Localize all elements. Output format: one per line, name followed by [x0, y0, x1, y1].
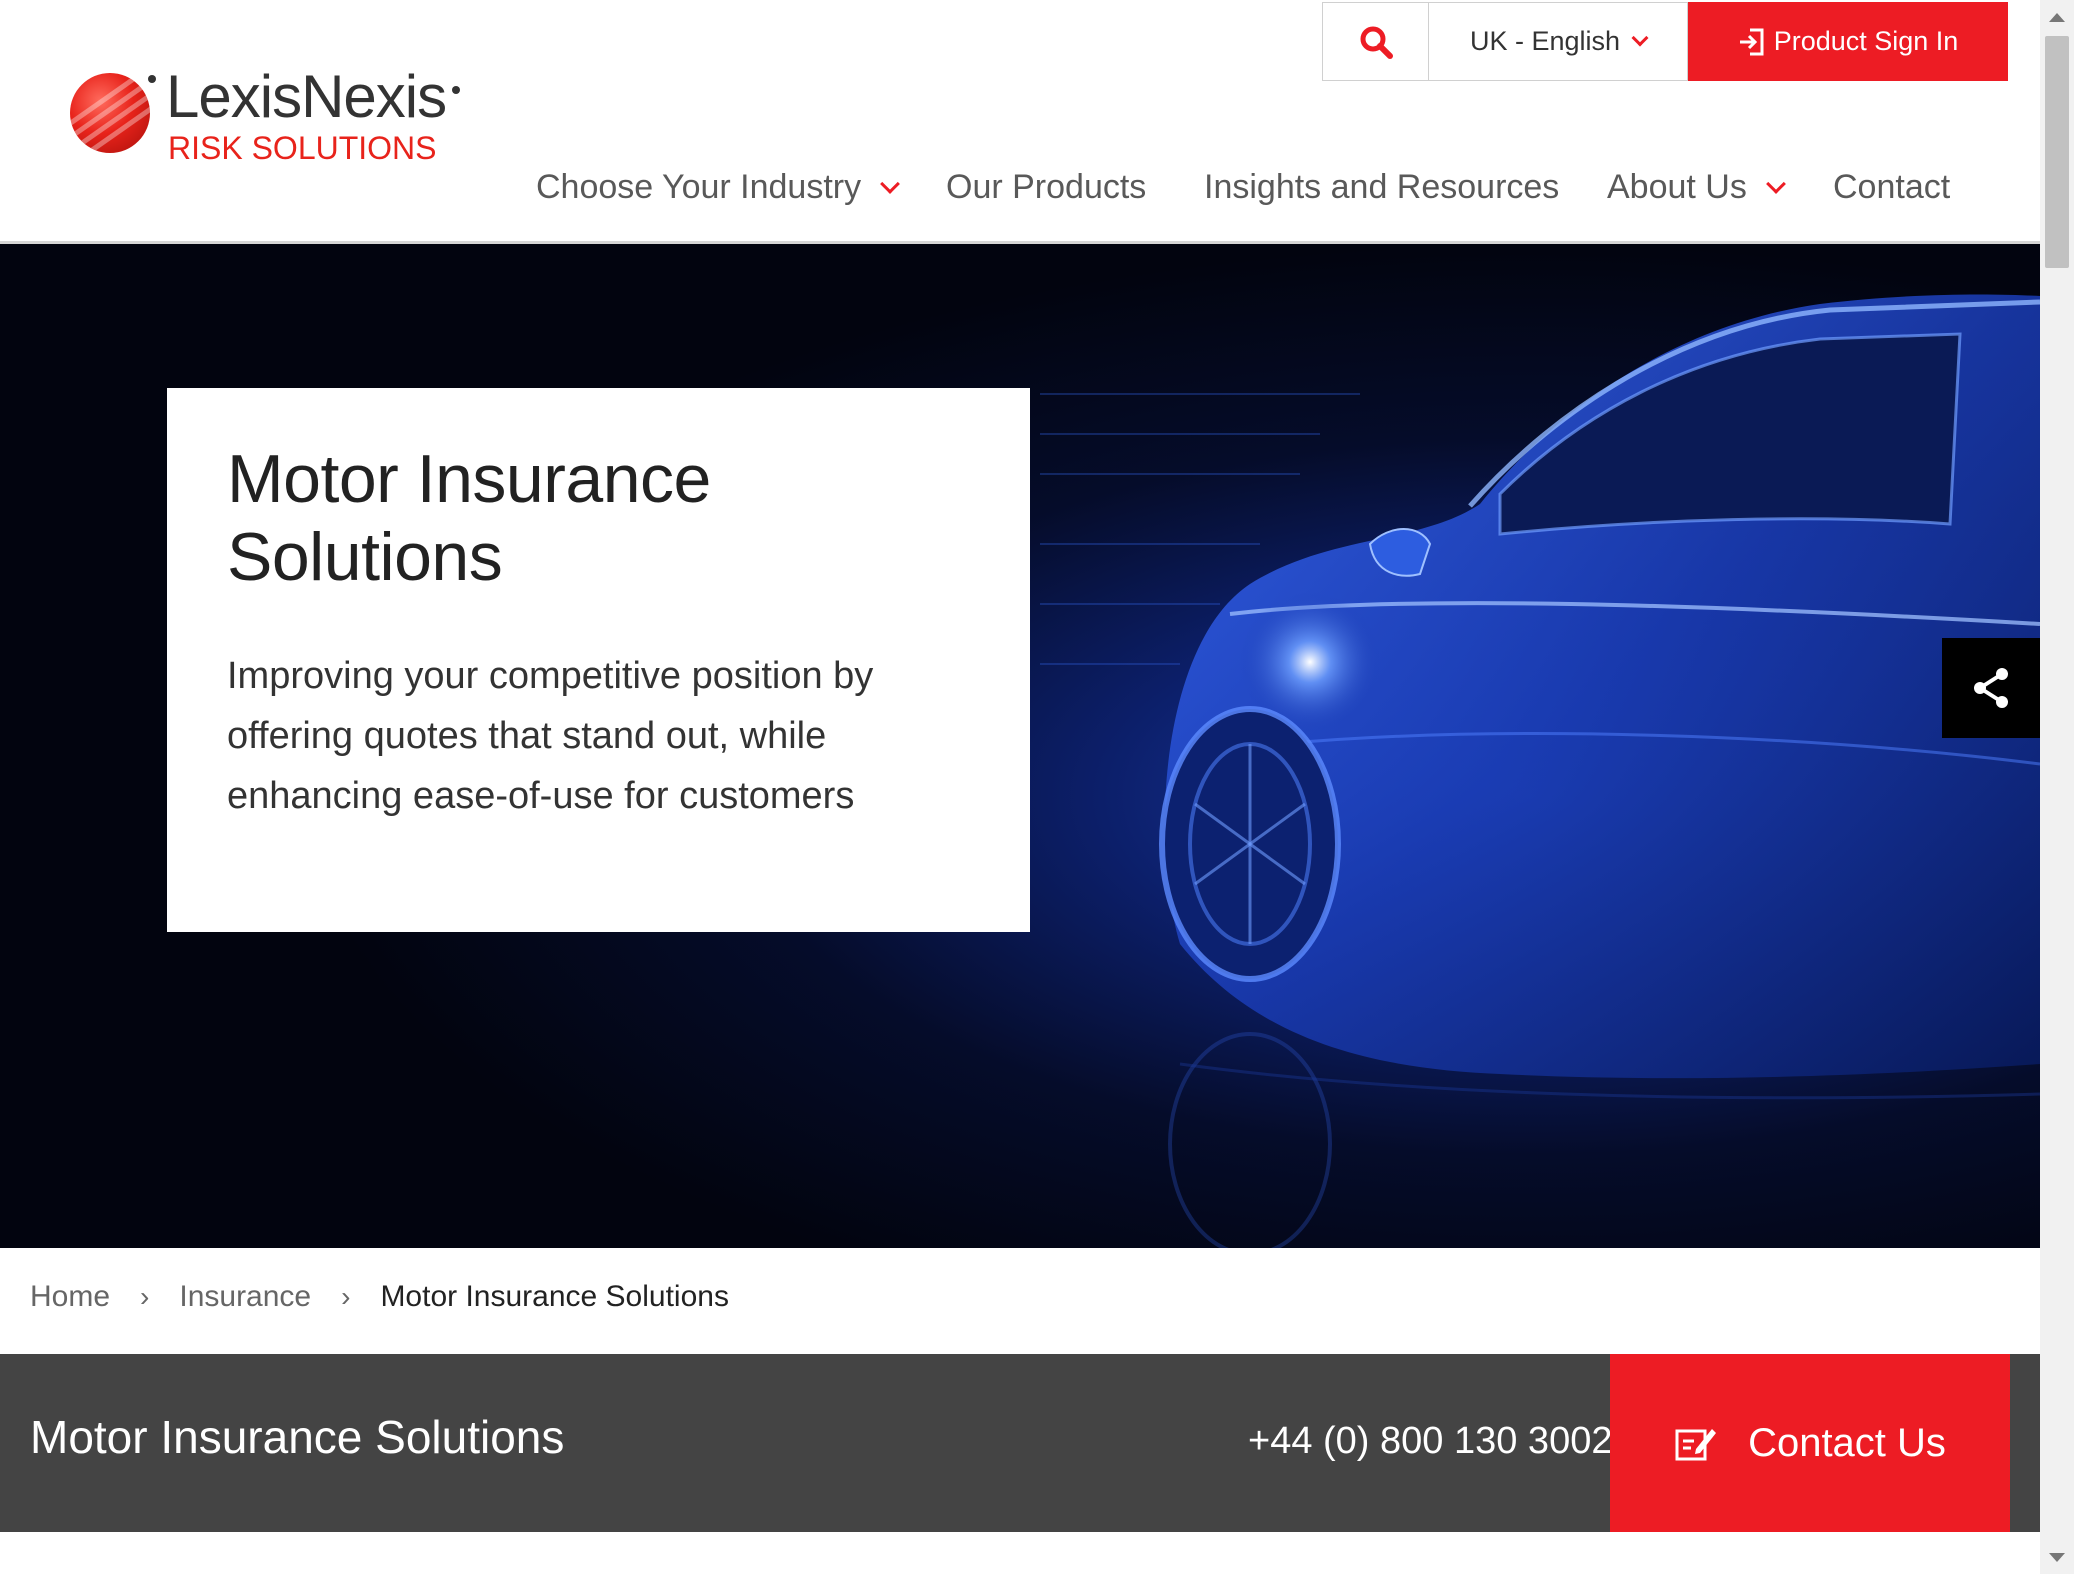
hero-banner: Motor Insurance Solutions Improving your…: [0, 244, 2040, 1248]
chevron-down-icon: [880, 173, 901, 194]
logo-name: LexisNexis: [166, 63, 447, 130]
breadcrumb-separator: ›: [140, 1281, 150, 1312]
nav-our-products[interactable]: Our Products: [946, 168, 1146, 207]
logo-subtitle: RISK SOLUTIONS: [168, 130, 437, 166]
hero-title-line1: Motor Insurance: [227, 441, 711, 517]
scroll-down-arrow-icon[interactable]: [2040, 1540, 2074, 1574]
contact-phone[interactable]: +44 (0) 800 130 3002: [1248, 1420, 1612, 1463]
scroll-up-arrow-icon[interactable]: [2040, 0, 2074, 34]
utility-bar: UK - English Product Sign In: [1322, 2, 2008, 81]
nav-label: About Us: [1607, 168, 1747, 206]
share-icon: [1974, 668, 2008, 708]
product-sign-in-button[interactable]: Product Sign In: [1688, 2, 2008, 81]
chevron-down-icon: [1631, 29, 1649, 46]
logo-globe-icon: [70, 73, 150, 153]
breadcrumb: Home › Insurance › Motor Insurance Solut…: [30, 1280, 729, 1314]
sign-in-icon: [1739, 28, 1764, 55]
chevron-down-icon: [1765, 173, 1786, 194]
contact-bar-title: Motor Insurance Solutions: [30, 1411, 565, 1463]
nav-label: Insights and Resources: [1204, 168, 1560, 206]
hero-title: Motor Insurance Solutions: [227, 440, 970, 596]
share-button[interactable]: [1942, 638, 2040, 738]
breadcrumb-insurance[interactable]: Insurance: [179, 1280, 311, 1314]
nav-contact[interactable]: Contact: [1833, 168, 1950, 207]
breadcrumb-current: Motor Insurance Solutions: [380, 1280, 729, 1313]
hero-subtitle: Improving your competitive position by o…: [227, 655, 874, 817]
breadcrumb-home[interactable]: Home: [30, 1280, 110, 1314]
nav-insights-and-resources[interactable]: Insights and Resources: [1204, 168, 1559, 207]
page-scrollbar[interactable]: [2040, 0, 2074, 1574]
language-label: UK - English: [1469, 26, 1621, 56]
search-button[interactable]: [1322, 2, 1428, 81]
search-icon: [1360, 26, 1393, 59]
sign-in-label: Product Sign In: [1773, 26, 1959, 56]
nav-label: Contact: [1833, 168, 1951, 206]
contact-us-label: Contact Us: [1748, 1420, 1946, 1465]
edit-form-icon: [1675, 1429, 1717, 1461]
contact-us-button[interactable]: Contact Us: [1610, 1354, 2010, 1532]
nav-about-us[interactable]: About Us: [1607, 168, 1786, 207]
hero-card: Motor Insurance Solutions Improving your…: [167, 388, 1030, 932]
lexisnexis-logo[interactable]: LexisNexis RISK SOLUTIONS: [70, 63, 470, 176]
hero-title-line2: Solutions: [227, 519, 503, 595]
scrollbar-thumb[interactable]: [2045, 36, 2069, 268]
breadcrumb-separator: ›: [341, 1281, 351, 1312]
language-selector[interactable]: UK - English: [1428, 2, 1688, 81]
site-header: LexisNexis RISK SOLUTIONS UK - English P…: [0, 0, 2040, 244]
nav-choose-your-industry[interactable]: Choose Your Industry: [536, 168, 901, 207]
nav-label: Choose Your Industry: [536, 168, 862, 206]
nav-label: Our Products: [946, 168, 1147, 206]
contact-bar: Motor Insurance Solutions +44 (0) 800 13…: [0, 1354, 2040, 1532]
